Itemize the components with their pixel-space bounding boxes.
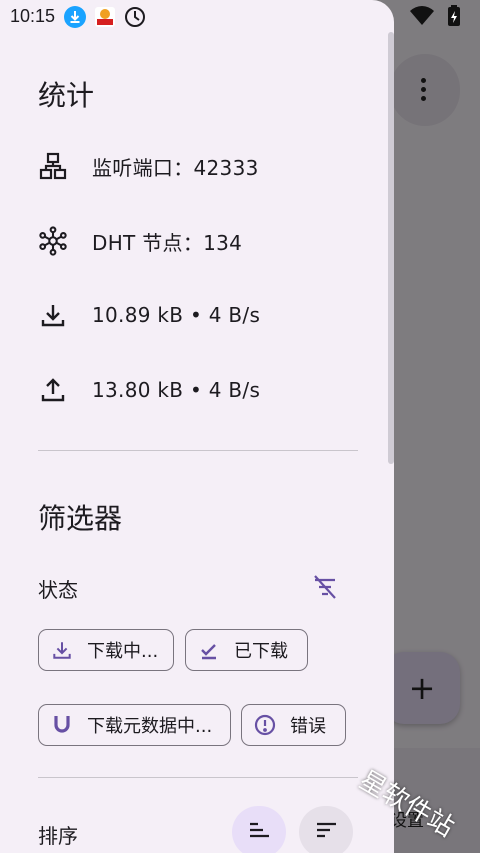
stat-dht-nodes: DHT 节点：134: [38, 226, 242, 256]
sort-ascending-button[interactable]: [232, 806, 286, 853]
download-icon: [38, 300, 68, 330]
filters-title: 筛选器: [38, 502, 123, 535]
chip-metadata[interactable]: 下载元数据中...: [38, 704, 231, 746]
status-time: 10:15: [10, 6, 56, 26]
magnet-icon: [51, 714, 73, 736]
chip-downloaded[interactable]: 已下载: [185, 629, 308, 671]
stat-upload: 13.80 kB • 4 B/s: [38, 375, 260, 405]
chip-error[interactable]: 错误: [241, 704, 346, 746]
clear-filter-icon[interactable]: [310, 572, 340, 602]
chip-label: 错误: [290, 716, 326, 737]
network-tree-icon: [38, 151, 68, 181]
sort-descending-button[interactable]: [299, 806, 353, 853]
battery-charging-icon: [448, 5, 460, 26]
done-icon: [198, 639, 220, 661]
download-total-text: 10.89 kB • 4 B/s: [92, 303, 261, 327]
status-right-icons: [408, 4, 466, 32]
divider: [38, 777, 358, 778]
clock-icon: [124, 6, 146, 28]
status-bar: 10:15: [0, 0, 394, 34]
stat-listen-port: 监听端口：42333: [38, 151, 259, 181]
stats-title: 统计: [38, 79, 95, 112]
hub-icon: [38, 226, 68, 256]
listen-port-text: 监听端口：42333: [92, 155, 259, 180]
dht-nodes-text: DHT 节点：134: [92, 230, 243, 255]
chip-label: 下载元数据中...: [87, 716, 213, 737]
status-label: 状态: [38, 578, 78, 602]
stat-download: 10.89 kB • 4 B/s: [38, 300, 260, 330]
app-notification-icon: [94, 6, 116, 28]
sort-descending-icon: [315, 822, 337, 842]
upload-icon: [38, 375, 68, 405]
download-notification-icon: [64, 6, 86, 28]
divider: [38, 450, 358, 451]
wifi-icon: [410, 6, 434, 25]
chip-label: 下载中...: [87, 641, 159, 662]
sort-ascending-icon: [248, 822, 270, 842]
drawer-scrollbar[interactable]: [388, 32, 394, 464]
navigation-drawer: 统计 监听端口：42333 DHT 节点：134 10.89 kB • 4 B/…: [0, 0, 394, 853]
download-icon: [51, 639, 73, 661]
chip-downloading[interactable]: 下载中...: [38, 629, 174, 671]
error-icon: [254, 714, 276, 736]
sort-label: 排序: [38, 824, 78, 848]
chip-label: 已下载: [234, 641, 288, 662]
upload-total-text: 13.80 kB • 4 B/s: [92, 378, 261, 402]
